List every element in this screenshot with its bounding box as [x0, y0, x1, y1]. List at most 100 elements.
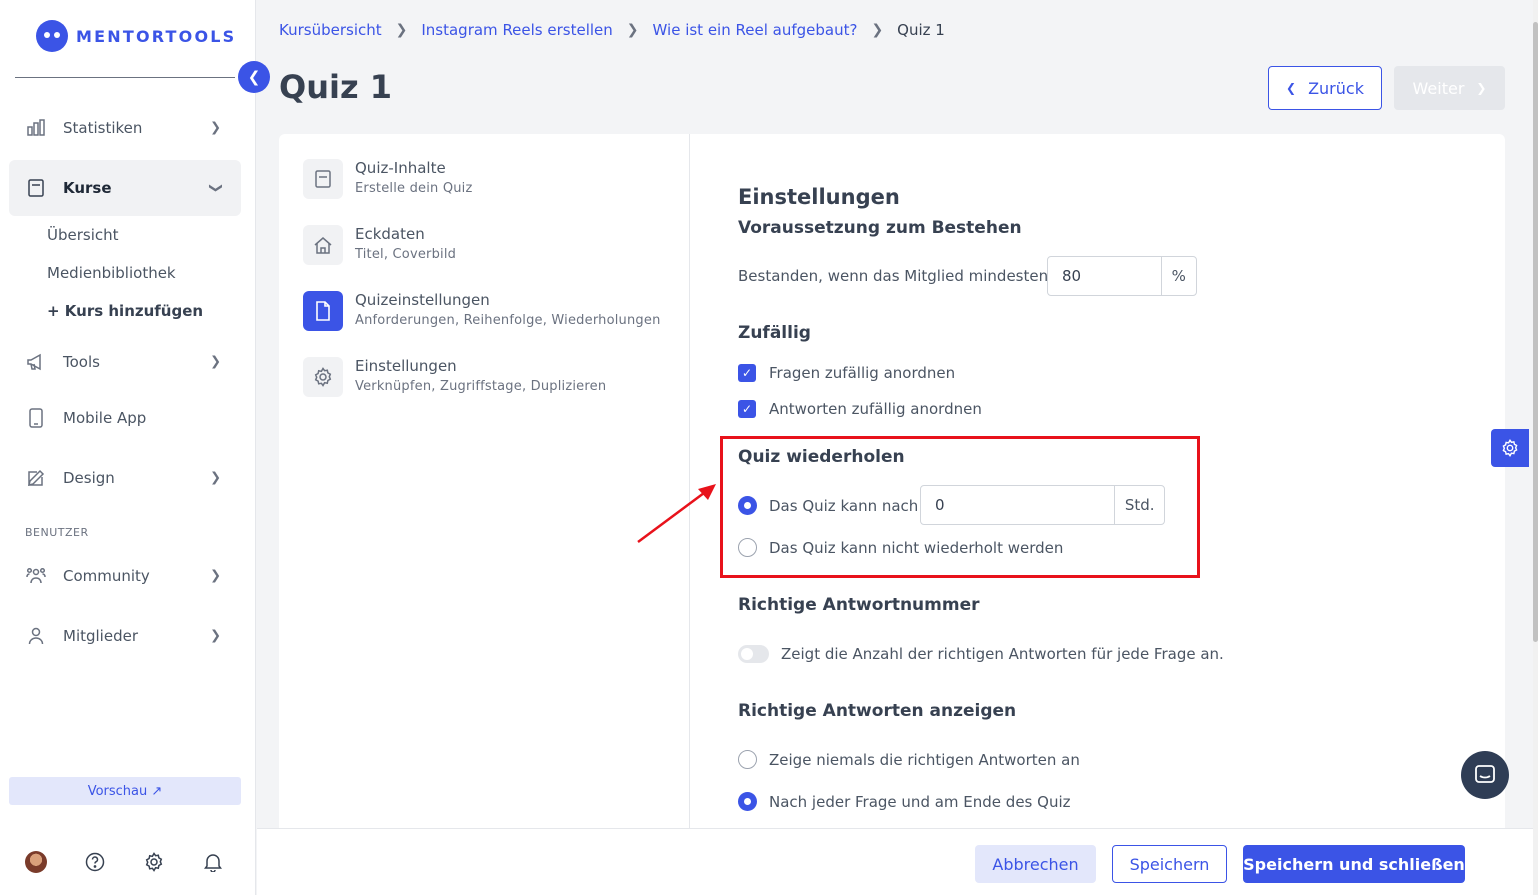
repeat-after-label: Das Quiz kann nach: [769, 497, 919, 515]
sidebar-item-design[interactable]: Design ❯: [9, 450, 241, 506]
step-eckdaten[interactable]: Eckdaten Titel, Coverbild: [303, 225, 456, 265]
sidebar-item-kurse[interactable]: Kurse ❯: [9, 160, 241, 216]
cancel-button[interactable]: Abbrechen: [975, 845, 1096, 883]
step-title: Quizeinstellungen: [355, 291, 490, 309]
step-title: Quiz-Inhalte: [355, 159, 446, 177]
sidebar-subitem-medienbibliothek[interactable]: Medienbibliothek: [47, 264, 176, 282]
brand-logo[interactable]: MENTORTOOLS: [36, 20, 236, 52]
sidebar-bottom-bar: [25, 851, 224, 873]
radio-repeat-never[interactable]: [738, 538, 757, 557]
document-icon: [303, 291, 343, 331]
community-icon: [25, 565, 47, 587]
chevron-down-icon: ❯: [208, 182, 224, 194]
show-answers-heading: Richtige Antworten anzeigen: [738, 701, 1017, 721]
brand-name: MENTORTOOLS: [76, 26, 237, 46]
save-and-close-button[interactable]: Speichern und schließen: [1243, 845, 1465, 883]
chevron-right-icon: ❯: [871, 22, 884, 38]
passing-percent-input[interactable]: 80 %: [1047, 256, 1197, 296]
home-icon: [303, 225, 343, 265]
preview-button[interactable]: Vorschau ↗: [9, 777, 241, 805]
radio-show-each-question[interactable]: [738, 792, 757, 811]
random-questions-label: Fragen zufällig anordnen: [769, 364, 956, 382]
chat-icon: [1475, 765, 1495, 783]
chat-launcher-button[interactable]: [1461, 751, 1509, 799]
sidebar: MENTORTOOLS Statistiken ❯ Kurse ❯ Übersi…: [0, 0, 256, 895]
passing-heading: Voraussetzung zum Bestehen: [738, 218, 1022, 238]
step-quiz-inhalte[interactable]: Quiz-Inhalte Erstelle dein Quiz: [303, 159, 473, 199]
step-einstellungen[interactable]: Einstellungen Verknüpfen, Zugriffstage, …: [303, 357, 606, 397]
chevron-right-icon: ❯: [210, 470, 221, 486]
chevron-right-icon: ❯: [626, 22, 639, 38]
answer-number-label: Zeigt die Anzahl der richtigen Antworten…: [781, 645, 1224, 663]
sidebar-item-label: Community: [63, 567, 150, 585]
bar-chart-icon: [25, 117, 47, 139]
back-button-label: Zurück: [1308, 78, 1364, 98]
chevron-right-icon: ❯: [1476, 81, 1487, 95]
megaphone-icon: [25, 351, 47, 373]
hours-suffix: Std.: [1114, 486, 1164, 524]
sidebar-item-label: Tools: [63, 353, 100, 371]
breadcrumb-current: Quiz 1: [897, 21, 945, 39]
sidebar-subitem-add-course[interactable]: + Kurs hinzufügen: [47, 302, 203, 320]
floating-settings-button[interactable]: [1491, 429, 1529, 467]
quiz-editor-card: Quiz-Inhalte Erstelle dein Quiz Eckdaten…: [279, 134, 1505, 834]
breadcrumb: Kursübersicht ❯ Instagram Reels erstelle…: [279, 21, 945, 39]
checkbox-random-answers[interactable]: ✓: [738, 400, 756, 418]
chevron-left-icon: ❮: [1286, 81, 1297, 95]
chevron-right-icon: ❯: [395, 22, 408, 38]
settings-title: Einstellungen: [738, 185, 900, 209]
breadcrumb-link[interactable]: Instagram Reels erstellen: [421, 21, 612, 39]
sidebar-item-community[interactable]: Community ❯: [9, 548, 241, 604]
annotation-arrow-icon: [637, 484, 716, 544]
gear-icon: [303, 357, 343, 397]
radio-repeat-after[interactable]: [738, 496, 757, 515]
step-title: Einstellungen: [355, 357, 457, 375]
checkbox-random-questions[interactable]: ✓: [738, 364, 756, 382]
random-answers-label: Antworten zufällig anordnen: [769, 400, 982, 418]
section-label-benutzer: BENUTZER: [25, 526, 89, 539]
page-title: Quiz 1: [279, 68, 392, 106]
scrollbar-thumb[interactable]: [1533, 22, 1538, 642]
breadcrumb-link[interactable]: Wie ist ein Reel aufgebaut?: [653, 21, 858, 39]
sidebar-item-mobile-app[interactable]: Mobile App: [9, 390, 241, 446]
step-title: Eckdaten: [355, 225, 425, 243]
logo-icon: [36, 20, 68, 52]
book-icon: [303, 159, 343, 199]
breadcrumb-link[interactable]: Kursübersicht: [279, 21, 382, 39]
back-button[interactable]: ❮ Zurück: [1268, 66, 1382, 110]
user-icon: [25, 625, 47, 647]
radio-show-never[interactable]: [738, 750, 757, 769]
bell-icon[interactable]: [202, 851, 224, 873]
repeat-hours-value[interactable]: 0: [921, 486, 1114, 524]
phone-icon: [25, 407, 47, 429]
show-never-label: Zeige niemals die richtigen Antworten an: [769, 751, 1080, 769]
gear-icon[interactable]: [143, 851, 165, 873]
divider: [15, 77, 235, 78]
passing-value[interactable]: 80: [1048, 257, 1161, 295]
chevron-left-icon: ❮: [247, 68, 261, 86]
collapse-sidebar-button[interactable]: ❮: [238, 61, 270, 93]
save-button[interactable]: Speichern: [1112, 845, 1227, 883]
sidebar-item-label: Kurse: [63, 179, 112, 197]
action-footer: Abbrechen Speichern Speichern und schlie…: [257, 828, 1533, 895]
repeat-hours-input[interactable]: 0 Std.: [920, 485, 1165, 525]
sidebar-item-label: Design: [63, 469, 115, 487]
sidebar-subitem-uebersicht[interactable]: Übersicht: [47, 226, 119, 244]
answer-number-heading: Richtige Antwortnummer: [738, 595, 980, 615]
pencil-icon: [25, 467, 47, 489]
help-icon[interactable]: [84, 851, 106, 873]
chevron-right-icon: ❯: [210, 120, 221, 136]
show-each-label: Nach jeder Frage und am Ende des Quiz: [769, 793, 1071, 811]
next-button[interactable]: Weiter ❯: [1394, 66, 1505, 110]
chevron-right-icon: ❯: [210, 568, 221, 584]
step-quizeinstellungen[interactable]: Quizeinstellungen Anforderungen, Reihenf…: [303, 291, 661, 331]
step-subtitle: Erstelle dein Quiz: [355, 181, 473, 196]
sidebar-item-mitglieder[interactable]: Mitglieder ❯: [9, 608, 241, 664]
repeat-heading: Quiz wiederholen: [738, 447, 905, 467]
toggle-answer-number[interactable]: [738, 645, 769, 663]
sidebar-item-tools[interactable]: Tools ❯: [9, 334, 241, 390]
random-heading: Zufällig: [738, 323, 811, 343]
avatar[interactable]: [25, 851, 47, 873]
sidebar-item-statistiken[interactable]: Statistiken ❯: [9, 100, 241, 156]
passing-label: Bestanden, wenn das Mitglied mindestens: [738, 267, 1056, 285]
